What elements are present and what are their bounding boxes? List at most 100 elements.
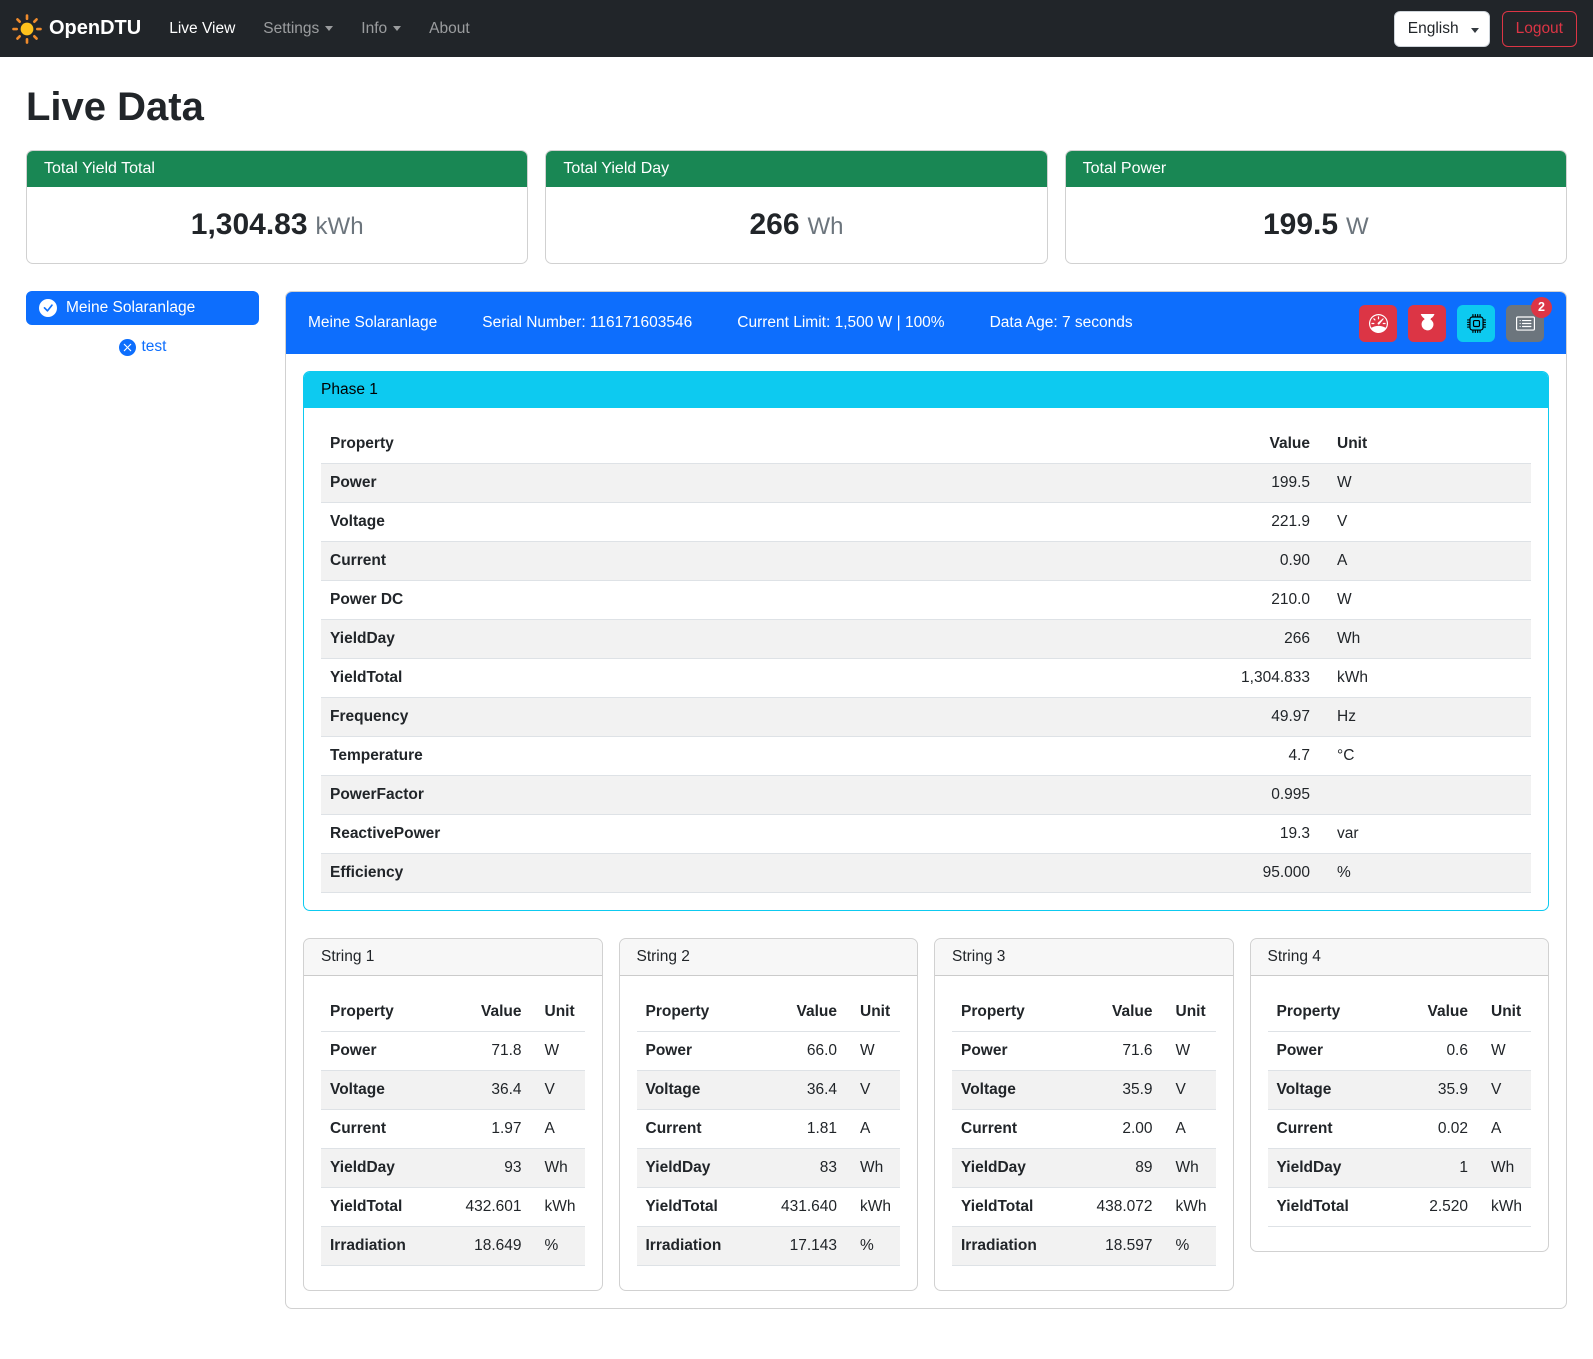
property-cell: YieldDay [952, 1149, 1084, 1188]
language-select[interactable]: English [1394, 11, 1490, 47]
table-row: PowerFactor 0.995 [321, 776, 1531, 815]
column-header-property: Property [321, 425, 1204, 464]
table-row: Power 71.6 W [952, 1032, 1216, 1071]
property-cell: YieldTotal [952, 1188, 1084, 1227]
property-cell: Voltage [1268, 1071, 1400, 1110]
value-cell: 19.3 [1204, 815, 1319, 854]
table-header-row: Property Value Unit [952, 993, 1216, 1032]
unit-cell: W [846, 1032, 900, 1071]
value-cell: 1 [1399, 1149, 1477, 1188]
device-info-button[interactable] [1457, 305, 1495, 342]
property-cell: YieldTotal [637, 1188, 769, 1227]
phase-table: Property Value Unit Power 199.5 W [321, 425, 1531, 893]
value-cell: 1.97 [453, 1110, 531, 1149]
column-header-unit: Unit [1162, 993, 1216, 1032]
property-cell: Irradiation [952, 1227, 1084, 1266]
string-title: String 1 [304, 939, 602, 976]
table-row: YieldDay 266 Wh [321, 620, 1531, 659]
event-log-button[interactable]: 2 [1506, 305, 1544, 342]
value-cell: 2.00 [1084, 1110, 1162, 1149]
string-title: String 3 [935, 939, 1233, 976]
string-title: String 2 [620, 939, 918, 976]
nav-live-view-label: Live View [169, 20, 235, 38]
event-count-badge: 2 [1531, 297, 1552, 318]
unit-cell: W [1319, 464, 1531, 503]
unit-cell: A [846, 1110, 900, 1149]
summary-card-title: Total Yield Day [546, 151, 1046, 187]
property-cell: Voltage [321, 503, 1204, 542]
unit-cell: V [531, 1071, 585, 1110]
list-icon [1516, 314, 1535, 333]
unit-cell: kWh [531, 1188, 585, 1227]
nav-links: Live View Settings Info About [155, 12, 483, 46]
unit-cell: A [1162, 1110, 1216, 1149]
value-cell: 1.81 [768, 1110, 846, 1149]
inverter-select-button[interactable]: Meine Solaranlage [26, 291, 259, 325]
column-header-unit: Unit [846, 993, 900, 1032]
inverter-button-label: Meine Solaranlage [66, 299, 195, 317]
string-title: String 4 [1251, 939, 1549, 976]
table-row: Efficiency 95.000 % [321, 854, 1531, 893]
sidebar: Meine Solaranlage test [26, 291, 259, 356]
panel-actions: 2 [1359, 305, 1544, 342]
value-cell: 66.0 [768, 1032, 846, 1071]
table-row: Power DC 210.0 W [321, 581, 1531, 620]
unit-cell: W [531, 1032, 585, 1071]
string-table: Property Value Unit Power 71.8 W [321, 993, 585, 1266]
table-row: YieldDay 93 Wh [321, 1149, 585, 1188]
value-cell: 431.640 [768, 1188, 846, 1227]
phase-card: Phase 1 Property Value Unit [303, 371, 1549, 911]
unit-cell: V [1319, 503, 1531, 542]
property-cell: Power [321, 1032, 453, 1071]
column-header-property: Property [321, 993, 453, 1032]
inverter-panel-body: Phase 1 Property Value Unit [286, 354, 1566, 1308]
table-row: YieldTotal 438.072 kWh [952, 1188, 1216, 1227]
unit-cell: W [1162, 1032, 1216, 1071]
page-title: Live Data [26, 85, 1567, 130]
summary-card: Total Power 199.5W [1065, 150, 1567, 264]
power-settings-button[interactable] [1408, 305, 1446, 342]
value-cell: 1,304.833 [1204, 659, 1319, 698]
property-cell: YieldTotal [321, 1188, 453, 1227]
limit-settings-button[interactable] [1359, 305, 1397, 342]
serial-number: Serial Number: 116171603546 [482, 314, 692, 332]
brand[interactable]: OpenDTU [12, 14, 141, 44]
value-cell: 93 [453, 1149, 531, 1188]
table-row: YieldTotal 432.601 kWh [321, 1188, 585, 1227]
nav-info[interactable]: Info [347, 12, 415, 46]
summary-cards-row: Total Yield Total 1,304.83kWh Total Yiel… [26, 150, 1567, 264]
logout-button[interactable]: Logout [1502, 11, 1577, 47]
cpu-icon [1467, 314, 1486, 333]
nav-live-view[interactable]: Live View [155, 12, 249, 46]
property-cell: Frequency [321, 698, 1204, 737]
table-row: Current 1.97 A [321, 1110, 585, 1149]
value-cell: 35.9 [1084, 1071, 1162, 1110]
property-cell: ReactivePower [321, 815, 1204, 854]
table-row: Power 0.6 W [1268, 1032, 1532, 1071]
nav-about[interactable]: About [415, 12, 484, 46]
property-cell: YieldTotal [321, 659, 1204, 698]
column-header-unit: Unit [531, 993, 585, 1032]
current-limit: Current Limit: 1,500 W | 100% [737, 314, 944, 332]
summary-card-unit: kWh [316, 213, 364, 240]
unit-cell: °C [1319, 737, 1531, 776]
inverter-panel: Meine Solaranlage Serial Number: 1161716… [285, 291, 1567, 1309]
table-row: YieldDay 89 Wh [952, 1149, 1216, 1188]
unit-cell: Wh [846, 1149, 900, 1188]
table-header-row: Property Value Unit [637, 993, 901, 1032]
nav-about-label: About [429, 20, 470, 38]
column-header-value: Value [1204, 425, 1319, 464]
value-cell: 49.97 [1204, 698, 1319, 737]
summary-card-value: 1,304.83 [191, 208, 308, 241]
property-cell: Current [952, 1110, 1084, 1149]
table-row: YieldTotal 431.640 kWh [637, 1188, 901, 1227]
value-cell: 18.597 [1084, 1227, 1162, 1266]
sidebar-item-test[interactable]: test [26, 338, 259, 356]
unit-cell: % [531, 1227, 585, 1266]
summary-card-unit: W [1346, 213, 1369, 240]
nav-settings[interactable]: Settings [249, 12, 347, 46]
column-header-value: Value [1084, 993, 1162, 1032]
value-cell: 83 [768, 1149, 846, 1188]
property-cell: Efficiency [321, 854, 1204, 893]
column-header-unit: Unit [1477, 993, 1531, 1032]
